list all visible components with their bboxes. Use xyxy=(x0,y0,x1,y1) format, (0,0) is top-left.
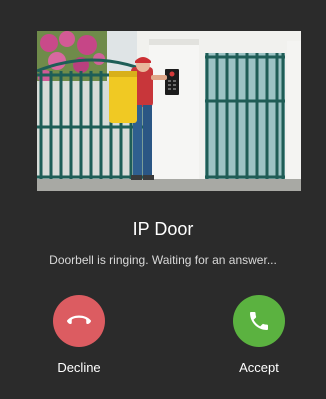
accept-label: Accept xyxy=(239,360,279,375)
phone-hangup-icon xyxy=(67,315,91,325)
caller-name: IP Door xyxy=(132,219,194,239)
phone-icon xyxy=(250,312,268,330)
call-status-text: Doorbell is ringing. Waiting for an answ… xyxy=(49,253,277,267)
accept-button[interactable] xyxy=(233,295,285,347)
decline-button[interactable] xyxy=(53,295,105,347)
doorbell-camera-feed xyxy=(37,31,301,191)
decline-label: Decline xyxy=(57,360,101,375)
